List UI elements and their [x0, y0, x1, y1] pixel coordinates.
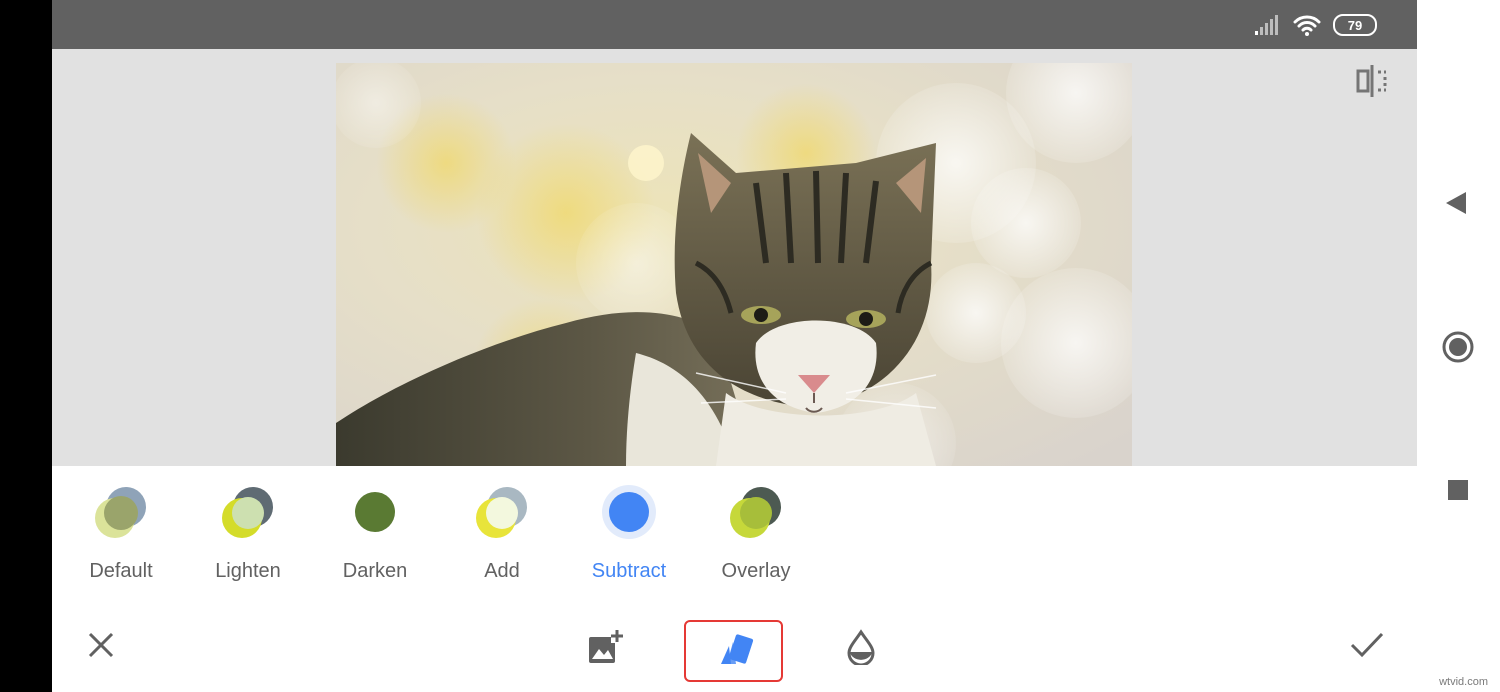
- blend-mode-lighten[interactable]: Lighten: [188, 484, 308, 594]
- check-icon: [1350, 632, 1384, 658]
- blend-mode-label: Default: [89, 560, 153, 582]
- cat-photo[interactable]: [336, 63, 1132, 466]
- blend-darken-icon: [355, 492, 395, 532]
- compare-split-icon[interactable]: [1354, 63, 1390, 99]
- blend-mode-label: Darken: [342, 560, 408, 582]
- close-icon: [88, 632, 114, 658]
- blend-mode-default[interactable]: Default: [61, 484, 181, 594]
- battery-level: 79: [1347, 17, 1363, 33]
- blend-mode-icon: [720, 634, 753, 664]
- battery-icon: 79: [1333, 14, 1377, 36]
- blend-mode-add[interactable]: Add: [442, 484, 562, 594]
- blend-lighten-icon: [222, 487, 273, 538]
- wifi-icon: [1293, 15, 1321, 36]
- blend-mode-button[interactable]: [684, 620, 783, 682]
- home-icon[interactable]: [1441, 330, 1475, 364]
- blend-add-icon: [476, 487, 527, 538]
- blend-mode-label: Overlay: [721, 560, 791, 582]
- bottom-toolbar: [52, 606, 1417, 692]
- blend-mode-label: Lighten: [215, 560, 281, 582]
- blend-overlay-icon: [730, 487, 781, 538]
- system-nav-bar: wtvid.com: [1417, 0, 1500, 692]
- blend-mode-selector: Default Lighten Darken Add Subtract Over…: [52, 466, 1417, 606]
- blend-mode-subtract[interactable]: Subtract: [569, 484, 689, 594]
- blend-mode-label: Subtract: [591, 560, 667, 582]
- signal-icon: [1255, 15, 1278, 35]
- blend-default-icon: [95, 487, 146, 538]
- blend-subtract-icon: [602, 485, 656, 539]
- blend-mode-overlay[interactable]: Overlay: [696, 484, 816, 594]
- opacity-button[interactable]: [836, 622, 886, 672]
- app-screen: 79 Default Lighten Darken Add Subtract O…: [52, 0, 1417, 692]
- blend-mode-label: Add: [484, 560, 520, 582]
- back-icon[interactable]: [1444, 190, 1468, 216]
- apply-button[interactable]: [1342, 620, 1392, 670]
- add-image-icon: [589, 629, 623, 663]
- opacity-drop-icon: [847, 629, 875, 665]
- status-bar: 79: [52, 0, 1417, 49]
- cancel-button[interactable]: [76, 620, 126, 670]
- status-icons: 79: [1255, 14, 1377, 36]
- add-image-button[interactable]: [580, 622, 630, 672]
- image-canvas[interactable]: [52, 49, 1417, 466]
- blend-mode-darken[interactable]: Darken: [315, 484, 435, 594]
- left-bezel: [0, 0, 52, 692]
- watermark: wtvid.com: [1439, 676, 1488, 688]
- recents-icon[interactable]: [1447, 479, 1469, 501]
